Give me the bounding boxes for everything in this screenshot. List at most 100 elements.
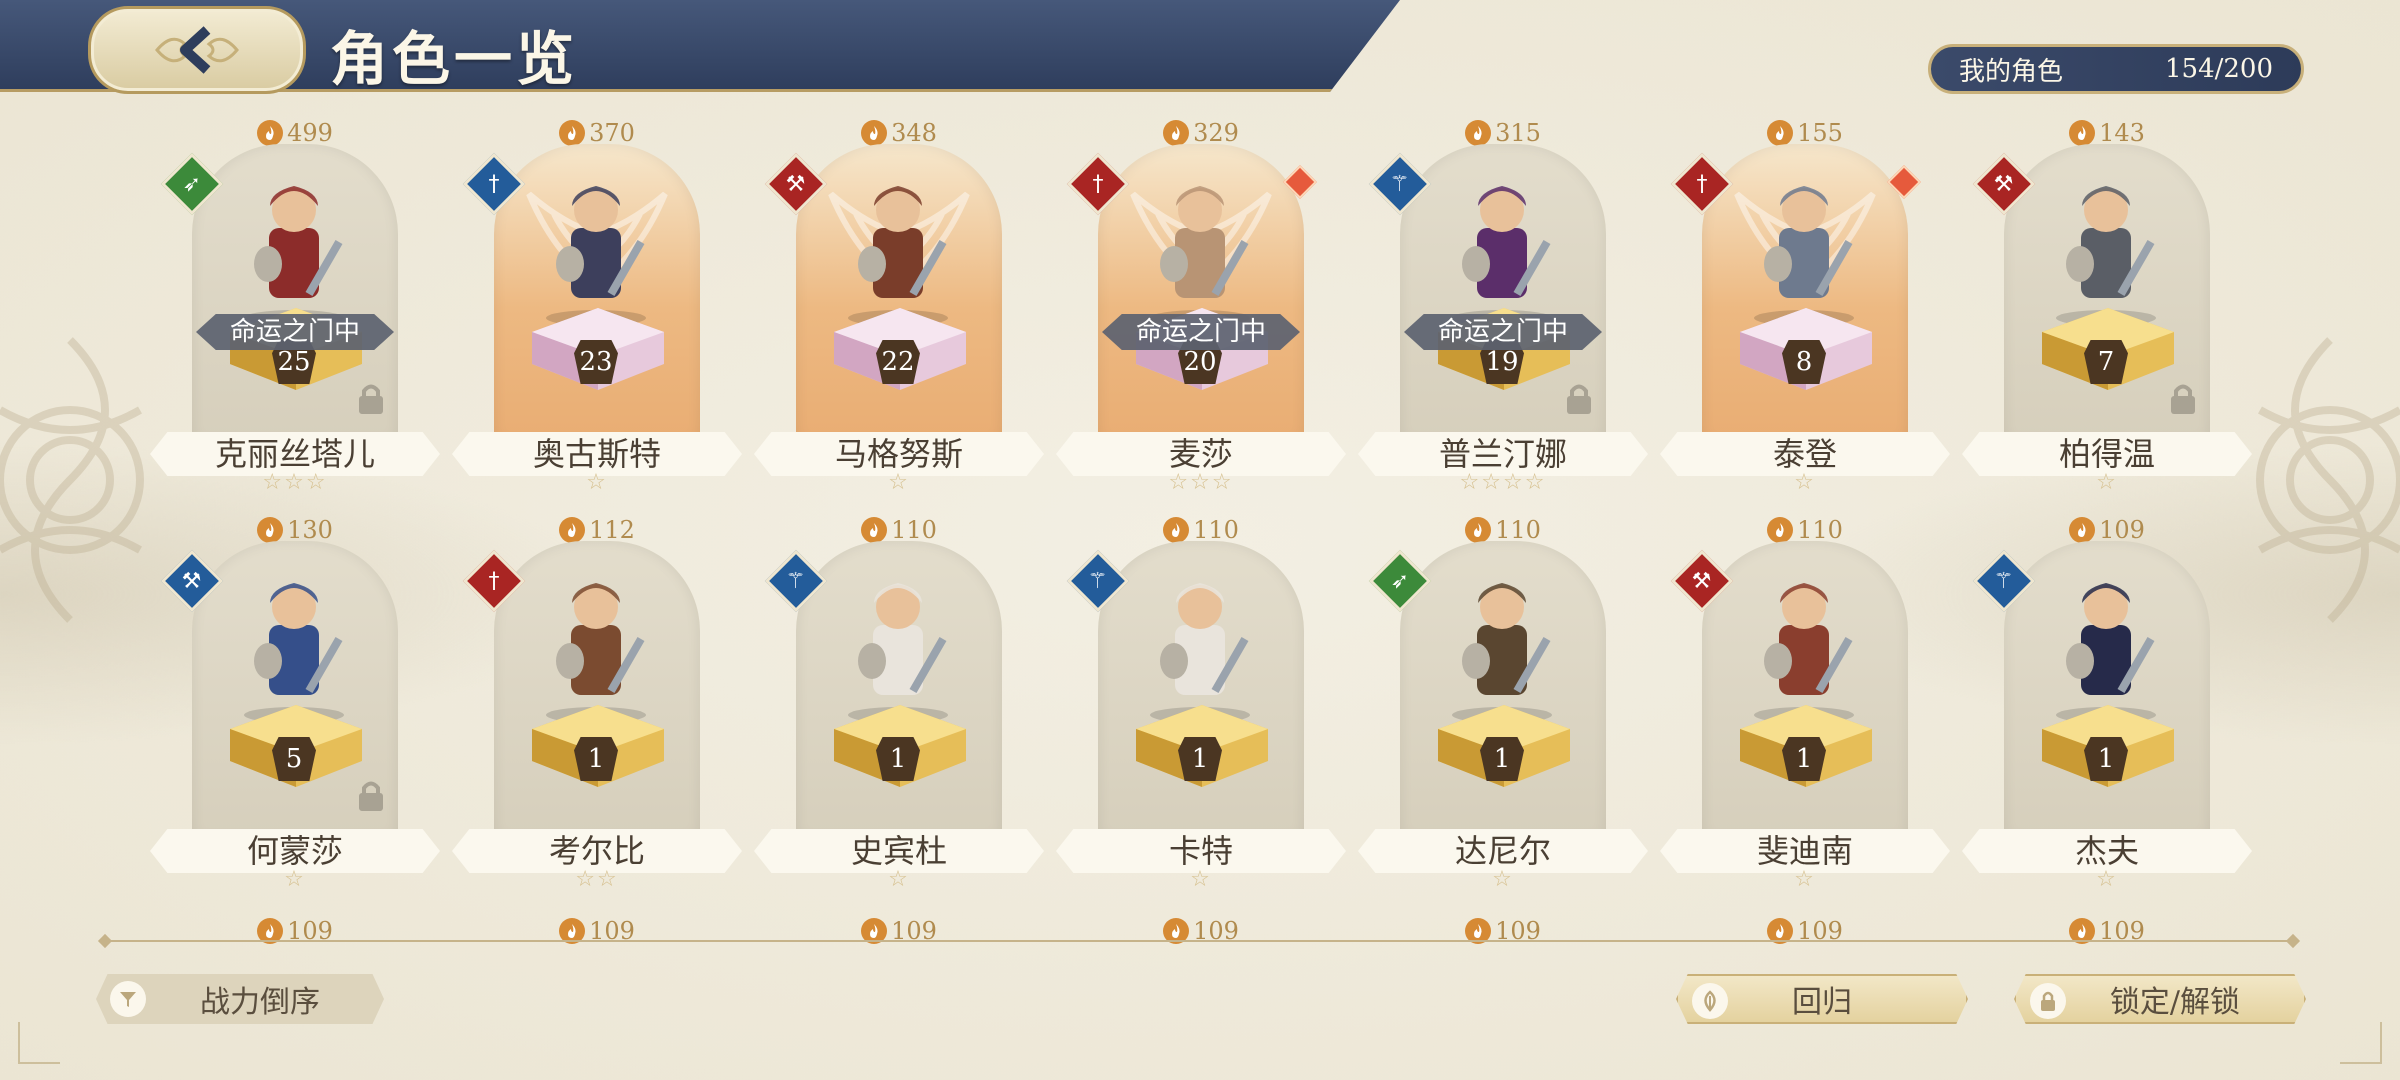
power-number: 130 bbox=[287, 516, 333, 544]
character-sprite-icon bbox=[2056, 583, 2156, 723]
power-number: 143 bbox=[2099, 119, 2145, 147]
flame-icon bbox=[1163, 517, 1190, 543]
level-badge: 1 bbox=[2084, 737, 2128, 781]
star-rating: ☆ bbox=[284, 867, 306, 892]
star-rating: ☆ bbox=[2096, 470, 2118, 495]
character-sprite-icon bbox=[2056, 186, 2156, 326]
flame-icon bbox=[1767, 120, 1794, 146]
destiny-gate-status: 命运之门中 bbox=[196, 314, 394, 350]
level-badge: 5 bbox=[272, 737, 316, 781]
corner-ornament bbox=[18, 1022, 60, 1064]
power-number: 315 bbox=[1495, 119, 1541, 147]
page-title: 角色一览 bbox=[330, 25, 579, 93]
star-rating: ☆☆ bbox=[575, 867, 619, 892]
level-badge: 7 bbox=[2084, 340, 2128, 384]
star-rating: ☆☆☆☆ bbox=[1459, 470, 1547, 495]
character-sprite-icon bbox=[848, 186, 948, 326]
lock-icon bbox=[1567, 384, 1591, 414]
character-card[interactable]: 110 ➶ 1 达尼尔 ☆ bbox=[1358, 515, 1648, 892]
lock-unlock-button[interactable]: 锁定/解锁 bbox=[2014, 974, 2306, 1024]
character-sprite-icon bbox=[1754, 186, 1854, 326]
lock-icon bbox=[2030, 983, 2066, 1019]
level-badge: 1 bbox=[1782, 737, 1826, 781]
flame-icon bbox=[1465, 120, 1492, 146]
flame-icon bbox=[559, 517, 586, 543]
power-number: 110 bbox=[1797, 516, 1843, 544]
flame-icon bbox=[861, 517, 888, 543]
star-rating: ☆☆☆ bbox=[1168, 470, 1234, 495]
power-number: 329 bbox=[1193, 119, 1239, 147]
level-badge: 8 bbox=[1782, 340, 1826, 384]
sort-power-desc-button[interactable]: 战力倒序 bbox=[96, 974, 384, 1024]
character-sprite-icon bbox=[244, 186, 344, 326]
flame-icon bbox=[1163, 120, 1190, 146]
character-card[interactable]: 130 ⚒ 5 何蒙莎 ☆ bbox=[150, 515, 440, 892]
flame-icon bbox=[1465, 517, 1492, 543]
character-sprite-icon bbox=[1150, 583, 1250, 723]
character-sprite-icon bbox=[546, 186, 646, 326]
destiny-gate-status: 命运之门中 bbox=[1404, 314, 1602, 350]
star-rating: ☆ bbox=[1794, 867, 1816, 892]
character-card[interactable]: 110 ⚚ 1 史宾杜 ☆ bbox=[754, 515, 1044, 892]
level-badge: 1 bbox=[1178, 737, 1222, 781]
power-number: 112 bbox=[589, 516, 635, 544]
power-number: 110 bbox=[891, 516, 937, 544]
character-card[interactable]: 315 ⚚ 19 命运之门中 普兰汀娜 ☆☆☆☆ bbox=[1358, 118, 1648, 495]
filter-icon bbox=[110, 981, 146, 1017]
sort-button-label: 战力倒序 bbox=[200, 985, 320, 1020]
character-card[interactable]: 370 † 23 奥古斯特 ☆ bbox=[452, 118, 742, 495]
character-card[interactable]: 110 ⚒ 1 斐迪南 ☆ bbox=[1660, 515, 1950, 892]
flame-icon bbox=[2069, 517, 2096, 543]
bottom-divider bbox=[106, 940, 2292, 942]
back-button[interactable] bbox=[88, 6, 306, 94]
return-button[interactable]: 回归 bbox=[1676, 974, 1968, 1024]
character-card[interactable]: 155 † 8 泰登 ☆ bbox=[1660, 118, 1950, 495]
level-badge: 22 bbox=[876, 340, 920, 384]
character-card[interactable]: 110 ⚚ 1 卡特 ☆ bbox=[1056, 515, 1346, 892]
flame-icon bbox=[2069, 120, 2096, 146]
my-characters-counter: 我的角色 154/200 bbox=[1928, 44, 2304, 94]
level-badge: 1 bbox=[876, 737, 920, 781]
my-characters-count: 154/200 bbox=[2164, 54, 2273, 84]
power-number: 348 bbox=[891, 119, 937, 147]
character-sprite-icon bbox=[244, 583, 344, 723]
corner-ornament bbox=[2340, 1022, 2382, 1064]
my-characters-label: 我的角色 bbox=[1959, 56, 2064, 87]
character-sprite-icon bbox=[1754, 583, 1854, 723]
leaf-icon bbox=[1692, 983, 1728, 1019]
character-card[interactable]: 109 ⚚ 1 杰夫 ☆ bbox=[1962, 515, 2252, 892]
character-sprite-icon bbox=[1150, 186, 1250, 326]
star-rating: ☆ bbox=[1492, 867, 1514, 892]
character-card[interactable]: 329 † 20 命运之门中 麦莎 ☆☆☆ bbox=[1056, 118, 1346, 495]
character-sprite-icon bbox=[848, 583, 948, 723]
lock-icon bbox=[359, 781, 383, 811]
character-card[interactable]: 143 ⚒ 7 柏得温 ☆ bbox=[1962, 118, 2252, 495]
star-rating: ☆ bbox=[1794, 470, 1816, 495]
character-sprite-icon bbox=[1452, 583, 1552, 723]
character-sprite-icon bbox=[1452, 186, 1552, 326]
flame-icon bbox=[1767, 517, 1794, 543]
star-rating: ☆☆☆ bbox=[262, 470, 328, 495]
lock-button-label: 锁定/解锁 bbox=[2109, 985, 2241, 1020]
power-number: 109 bbox=[2099, 516, 2145, 544]
star-rating: ☆ bbox=[586, 470, 608, 495]
partial-row: 109 109 109 109 109 109 109 bbox=[150, 912, 2300, 948]
character-card[interactable]: 499 ➶ 25 命运之门中 克丽丝塔儿 ☆☆☆ bbox=[150, 118, 440, 495]
flame-icon bbox=[257, 517, 284, 543]
character-sprite-icon bbox=[546, 583, 646, 723]
flame-icon bbox=[861, 120, 888, 146]
character-card[interactable]: 112 † 1 考尔比 ☆☆ bbox=[452, 515, 742, 892]
power-number: 155 bbox=[1797, 119, 1843, 147]
star-rating: ☆ bbox=[2096, 867, 2118, 892]
flame-icon bbox=[559, 120, 586, 146]
star-rating: ☆ bbox=[1190, 867, 1212, 892]
power-number: 110 bbox=[1193, 516, 1239, 544]
lock-icon bbox=[2171, 384, 2195, 414]
level-badge: 23 bbox=[574, 340, 618, 384]
character-card[interactable]: 348 ⚒ 22 马格努斯 ☆ bbox=[754, 118, 1044, 495]
destiny-gate-status: 命运之门中 bbox=[1102, 314, 1300, 350]
lock-icon bbox=[359, 384, 383, 414]
star-rating: ☆ bbox=[888, 867, 910, 892]
back-arrow-icon bbox=[155, 26, 239, 74]
power-number: 499 bbox=[287, 119, 333, 147]
